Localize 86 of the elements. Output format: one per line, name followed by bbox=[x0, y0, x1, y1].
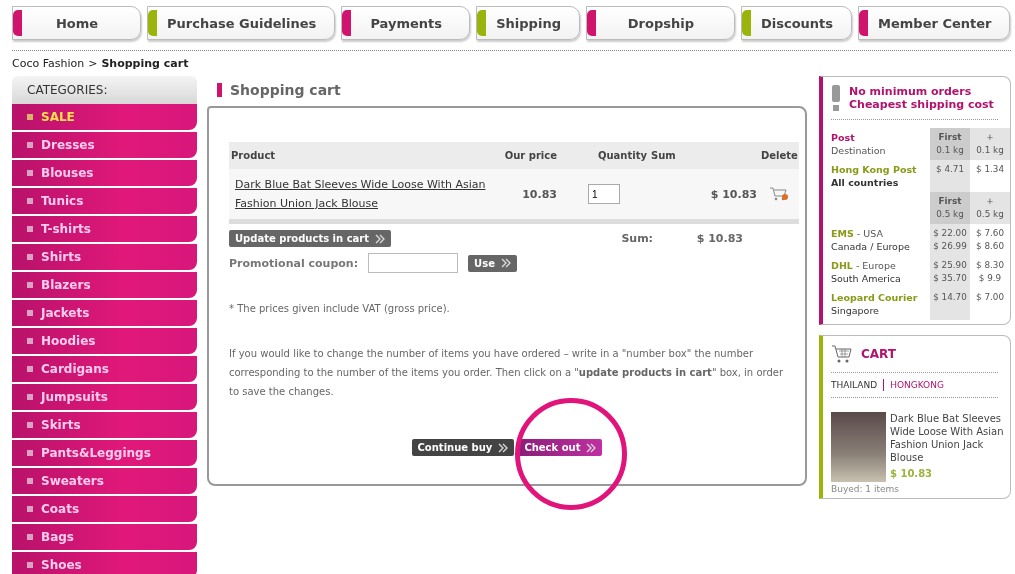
carrier-name: Hong Kong Post bbox=[831, 163, 918, 176]
use-coupon-button[interactable]: Use bbox=[468, 254, 517, 272]
double-chevron-icon bbox=[586, 442, 597, 453]
category-item[interactable]: Tunics bbox=[12, 188, 197, 214]
checkout-button[interactable]: Check out bbox=[518, 439, 603, 456]
shipping-headline: Cheapest shipping cost bbox=[849, 98, 994, 111]
rate-cell-text: $ 7.00 bbox=[975, 291, 1005, 304]
category-item[interactable]: Shoes bbox=[12, 552, 197, 574]
double-chevron-icon bbox=[375, 233, 386, 244]
bought-count: Buyed: 1 items bbox=[831, 484, 900, 494]
rate-cell: $ 25.90 $ 35.70 bbox=[930, 256, 970, 288]
category-item[interactable]: Dresses bbox=[12, 132, 197, 158]
rate-cell: + 0.1 kg bbox=[970, 128, 1010, 160]
column-header: Product bbox=[229, 142, 499, 169]
coupon-label: Promotional coupon: bbox=[229, 256, 359, 270]
rate-cell: $ 22.00 $ 26.99 bbox=[930, 224, 970, 256]
category-item[interactable]: Blazers bbox=[12, 272, 197, 298]
category-item[interactable]: Sweaters bbox=[12, 468, 197, 494]
destination-text: South America bbox=[831, 272, 902, 285]
destination-text: Singapore bbox=[831, 304, 880, 317]
page-title: Shopping cart bbox=[230, 82, 341, 98]
rate-cell: $ 4.71 bbox=[930, 160, 970, 192]
column-header: Sum bbox=[649, 142, 759, 169]
sum-cell: $ 10.83 bbox=[710, 187, 757, 201]
help-text: If you would like to change the number of items you have ordered – write in a "number box" the number corresponding to the number of the items you order. Then click on a "update products in cart" box, in order to save the changes. bbox=[229, 347, 785, 399]
category-item[interactable]: Hoodies bbox=[12, 328, 197, 354]
cart-delete-icon[interactable] bbox=[769, 186, 789, 202]
carrier-name: Post bbox=[831, 131, 856, 144]
nav-tab[interactable]: Member Center bbox=[858, 6, 1011, 40]
category-item[interactable]: Skirts bbox=[12, 412, 197, 438]
categories-heading: CATEGORIES: bbox=[12, 76, 197, 104]
sum-label: Sum: bbox=[621, 232, 653, 245]
category-item[interactable]: T-shirts bbox=[12, 216, 197, 242]
column-header: Quantity bbox=[559, 142, 649, 169]
nav-tab[interactable]: Purchase Guidelines bbox=[147, 6, 336, 40]
destination-text: Destination bbox=[831, 144, 887, 157]
rate-cell-text: $ 7.60 $ 8.60 bbox=[975, 227, 1005, 253]
category-item[interactable]: Jackets bbox=[12, 300, 197, 326]
item-price: $ 10.83 bbox=[890, 468, 934, 479]
rate-cell: First 0.5 kg bbox=[930, 192, 970, 224]
region-tab[interactable]: HONGKONG bbox=[890, 380, 944, 390]
breadcrumb-current: Shopping cart bbox=[101, 57, 189, 70]
item-name[interactable]: Dark Blue Bat Sleeves Wide Loose With Asian Fashion Union Jack Blouse bbox=[890, 412, 1010, 464]
category-item[interactable]: Bags bbox=[12, 524, 197, 550]
destination-text: Canada / Europe bbox=[831, 240, 911, 253]
photo-placeholder bbox=[831, 412, 886, 482]
nav-tab[interactable]: Payments bbox=[341, 6, 471, 40]
update-cart-button[interactable]: Update products in cart bbox=[229, 230, 392, 247]
rate-cell: + 0.5 kg bbox=[970, 192, 1010, 224]
breadcrumb-link[interactable]: Coco Fashion bbox=[12, 57, 85, 70]
shipping-headline: No minimum orders bbox=[849, 85, 973, 98]
price-cell: 10.83 bbox=[522, 187, 557, 201]
rate-cell-text: $ 8.30 $ 9.9 bbox=[975, 259, 1005, 285]
carrier-name: EMS - USA bbox=[831, 227, 884, 240]
category-item[interactable]: Jumpsuits bbox=[12, 384, 197, 410]
column-header: Our price bbox=[499, 142, 559, 169]
sum-value: $ 10.83 bbox=[695, 232, 743, 245]
nav-tab[interactable]: Dropship bbox=[585, 6, 735, 40]
category-item[interactable]: Shirts bbox=[12, 244, 197, 270]
carrier-name: Leopard Courier bbox=[831, 291, 919, 304]
category-item[interactable]: Blouses bbox=[12, 160, 197, 186]
cart-title: CART bbox=[861, 347, 896, 361]
nav-tab[interactable]: Discounts bbox=[740, 6, 853, 40]
category-item[interactable]: Coats bbox=[12, 496, 197, 522]
carrier-name: DHL - Europe bbox=[831, 259, 897, 272]
category-item[interactable]: Cardigans bbox=[12, 356, 197, 382]
continue-buy-button[interactable]: Continue buy bbox=[411, 439, 515, 456]
rate-cell: First 0.1 kg bbox=[930, 128, 970, 160]
breadcrumb-separator: > bbox=[88, 57, 98, 70]
category-item[interactable]: Pants&Leggings bbox=[12, 440, 197, 466]
rate-cell: $ 14.70 bbox=[930, 288, 970, 320]
category-item[interactable]: SALE bbox=[12, 104, 197, 130]
region-tab[interactable]: THAILAND bbox=[831, 380, 878, 390]
exclamation-icon bbox=[831, 85, 841, 111]
nav-tab[interactable]: Home bbox=[12, 6, 141, 40]
coupon-field[interactable] bbox=[368, 253, 459, 273]
column-header: Delete bbox=[759, 142, 799, 169]
vat-note: * The prices given include VAT (gross price). bbox=[229, 302, 451, 316]
destination-text: All countries bbox=[831, 176, 900, 189]
quantity-field[interactable]: 1 bbox=[588, 184, 620, 204]
shopping-cart-icon bbox=[831, 344, 853, 364]
rate-cell-text: $ 1.34 bbox=[975, 163, 1005, 176]
title-marker bbox=[217, 83, 222, 97]
nav-tab[interactable]: Shipping bbox=[476, 6, 580, 40]
double-chevron-icon bbox=[498, 442, 509, 453]
double-chevron-icon bbox=[500, 258, 511, 268]
